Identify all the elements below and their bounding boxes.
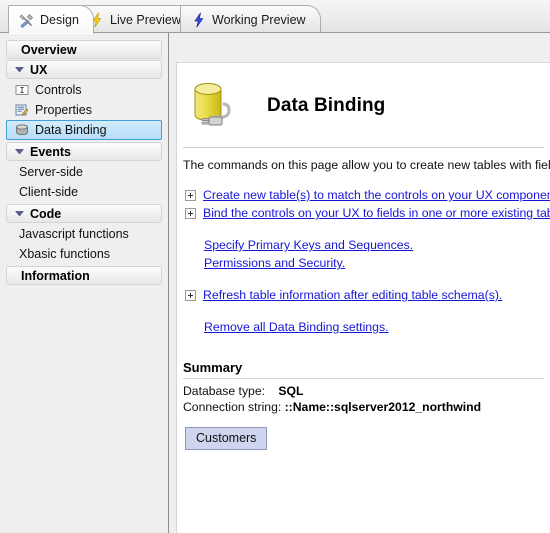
expander-plus-icon[interactable] bbox=[185, 207, 196, 219]
sidebar-item-javascript-functions[interactable]: Javascript functions bbox=[6, 224, 162, 244]
database-plug-icon bbox=[185, 75, 251, 137]
tab-design-label: Design bbox=[40, 12, 79, 27]
sidebar-item-data-binding[interactable]: Data Binding bbox=[6, 120, 162, 140]
sidebar-item-properties-label: Properties bbox=[35, 103, 92, 117]
expander-plus-icon[interactable] bbox=[185, 289, 196, 301]
link-row-primary-keys[interactable]: Specify Primary Keys and Sequences. bbox=[177, 236, 550, 254]
summary-title: Summary bbox=[183, 360, 243, 375]
tab-working-preview-label: Working Preview bbox=[212, 12, 306, 27]
sidebar-header-code[interactable]: Code bbox=[6, 204, 162, 223]
database-type-label: Database type: bbox=[183, 384, 265, 398]
sidebar-item-javascript-functions-label: Javascript functions bbox=[19, 227, 129, 241]
sidebar-header-information-label: Information bbox=[21, 268, 90, 283]
sidebar-item-properties[interactable]: Properties bbox=[6, 100, 162, 120]
link-row-create-tables[interactable]: Create new table(s) to match the control… bbox=[177, 186, 550, 204]
tab-live-preview-label: Live Preview bbox=[110, 12, 181, 27]
tab-live-preview[interactable]: Live Preview bbox=[78, 5, 196, 33]
link-row-permissions[interactable]: Permissions and Security. bbox=[177, 254, 550, 272]
lightning-blue-icon bbox=[191, 12, 207, 28]
content-panel: Data Binding The commands on this page a… bbox=[176, 62, 550, 533]
connection-string-label: Connection string: bbox=[183, 400, 282, 414]
textbox-icon bbox=[15, 83, 29, 97]
page-title: Data Binding bbox=[267, 95, 386, 116]
sidebar: Overview UX Controls Properties Data Bin… bbox=[0, 40, 168, 533]
link-specify-primary-keys[interactable]: Specify Primary Keys and Sequences. bbox=[204, 238, 413, 252]
sidebar-header-ux[interactable]: UX bbox=[6, 60, 162, 79]
chevron-down-icon bbox=[15, 211, 24, 216]
chevron-down-icon bbox=[15, 149, 24, 154]
sidebar-item-client-side[interactable]: Client-side bbox=[6, 182, 162, 202]
link-row-refresh-table-info[interactable]: Refresh table information after editing … bbox=[177, 286, 550, 304]
tab-strip: Design Live Preview Working Preview bbox=[0, 0, 550, 34]
sidebar-header-events[interactable]: Events bbox=[6, 142, 162, 161]
summary-divider bbox=[183, 378, 544, 379]
sidebar-item-data-binding-label: Data Binding bbox=[35, 123, 107, 137]
link-permissions-and-security[interactable]: Permissions and Security. bbox=[204, 256, 345, 270]
sidebar-item-controls[interactable]: Controls bbox=[6, 80, 162, 100]
sidebar-header-events-label: Events bbox=[30, 144, 71, 159]
database-icon bbox=[15, 123, 29, 137]
sidebar-header-information[interactable]: Information bbox=[6, 266, 162, 285]
sidebar-header-ux-label: UX bbox=[30, 62, 48, 77]
connection-string-value: ::Name::sqlserver2012_northwind bbox=[284, 400, 482, 414]
link-row-remove-settings[interactable]: Remove all Data Binding settings. bbox=[177, 318, 550, 336]
link-create-new-tables[interactable]: Create new table(s) to match the control… bbox=[203, 188, 550, 202]
tools-icon bbox=[19, 12, 35, 28]
sidebar-item-client-side-label: Client-side bbox=[19, 185, 79, 199]
sidebar-content-divider bbox=[168, 33, 169, 533]
link-refresh-table-information[interactable]: Refresh table information after editing … bbox=[203, 288, 502, 302]
summary-row-connection-string: Connection string: ::Name::sqlserver2012… bbox=[183, 399, 544, 415]
sidebar-item-xbasic-functions-label: Xbasic functions bbox=[19, 247, 111, 261]
link-remove-all-data-binding-settings[interactable]: Remove all Data Binding settings. bbox=[204, 320, 389, 334]
sidebar-item-server-side[interactable]: Server-side bbox=[6, 162, 162, 182]
page-header: Data Binding bbox=[177, 63, 550, 147]
link-row-bind-controls[interactable]: Bind the controls on your UX to fields i… bbox=[177, 204, 550, 222]
properties-icon bbox=[15, 103, 29, 117]
summary-row-database-type: Database type: SQL bbox=[183, 383, 544, 399]
tab-design[interactable]: Design bbox=[8, 5, 94, 34]
sidebar-header-overview-label: Overview bbox=[21, 42, 77, 57]
sidebar-header-code-label: Code bbox=[30, 206, 62, 221]
chevron-down-icon bbox=[15, 67, 24, 72]
expander-plus-icon[interactable] bbox=[185, 189, 196, 201]
application-window: Design Live Preview Working Preview Over… bbox=[0, 0, 550, 533]
customers-table-button[interactable]: Customers bbox=[185, 427, 268, 450]
link-bind-controls[interactable]: Bind the controls on your UX to fields i… bbox=[203, 206, 550, 220]
sidebar-header-overview[interactable]: Overview bbox=[6, 40, 162, 59]
database-type-value: SQL bbox=[278, 384, 304, 398]
tab-working-preview[interactable]: Working Preview bbox=[180, 5, 321, 33]
sidebar-item-server-side-label: Server-side bbox=[19, 165, 83, 179]
sidebar-item-xbasic-functions[interactable]: Xbasic functions bbox=[6, 244, 162, 264]
summary-section: Summary Database type: SQL Connection st… bbox=[177, 360, 550, 450]
page-intro-text: The commands on this page allow you to c… bbox=[183, 158, 550, 172]
sidebar-item-controls-label: Controls bbox=[35, 83, 82, 97]
